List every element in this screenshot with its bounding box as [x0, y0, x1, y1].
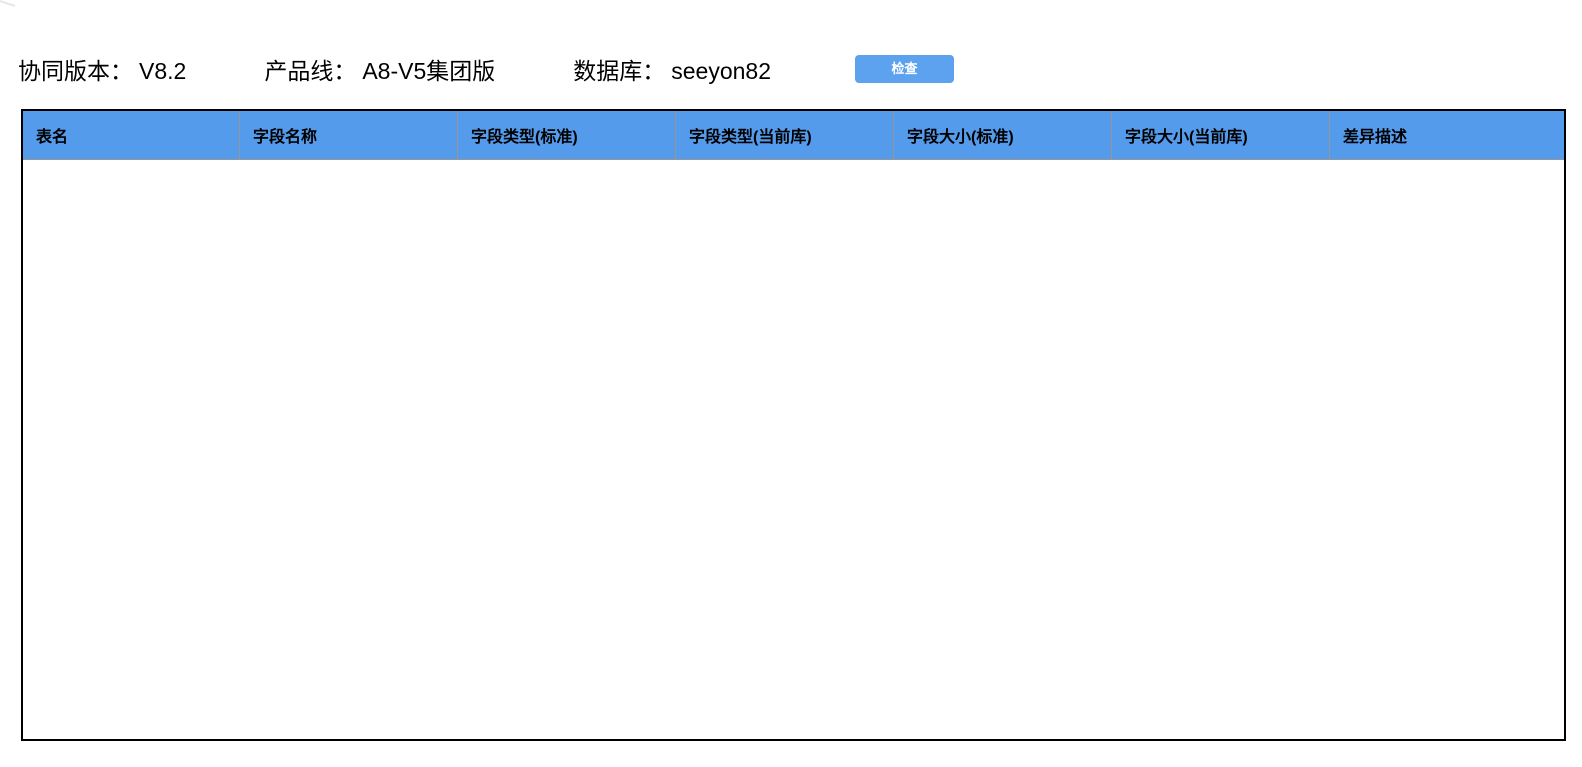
- field-collab-version: 协同版本： V8.2: [18, 52, 186, 86]
- toolbar: 协同版本： V8.2 产品线： A8-V5集团版 数据库： seeyon82 检…: [18, 52, 1582, 86]
- column-header-field-type-curdb: 字段类型(当前库): [676, 111, 894, 159]
- column-header-diff-description: 差异描述: [1330, 111, 1564, 159]
- check-button[interactable]: 检查: [855, 55, 955, 83]
- column-header-field-type-std: 字段类型(标准): [458, 111, 676, 159]
- field-database: 数据库： seeyon82: [573, 52, 771, 86]
- database-value: seeyon82: [671, 58, 772, 84]
- collab-version-label: 协同版本：: [18, 58, 133, 84]
- column-header-field-size-std: 字段大小(标准): [894, 111, 1112, 159]
- table-header-row: 表名 字段名称 字段类型(标准) 字段类型(当前库) 字段大小(标准) 字段大小…: [23, 111, 1564, 160]
- product-line-label: 产品线：: [264, 58, 357, 84]
- column-header-field-size-curdb: 字段大小(当前库): [1112, 111, 1330, 159]
- product-line-value: A8-V5集团版: [362, 58, 496, 84]
- column-header-field-name: 字段名称: [240, 111, 458, 159]
- table-body: [23, 160, 1564, 737]
- field-product-line: 产品线： A8-V5集团版: [264, 52, 495, 86]
- diff-table: 表名 字段名称 字段类型(标准) 字段类型(当前库) 字段大小(标准) 字段大小…: [21, 109, 1566, 741]
- corner-artifact: [0, 0, 16, 7]
- database-label: 数据库：: [573, 58, 666, 84]
- column-header-table-name: 表名: [23, 111, 240, 159]
- collab-version-value: V8.2: [139, 58, 187, 84]
